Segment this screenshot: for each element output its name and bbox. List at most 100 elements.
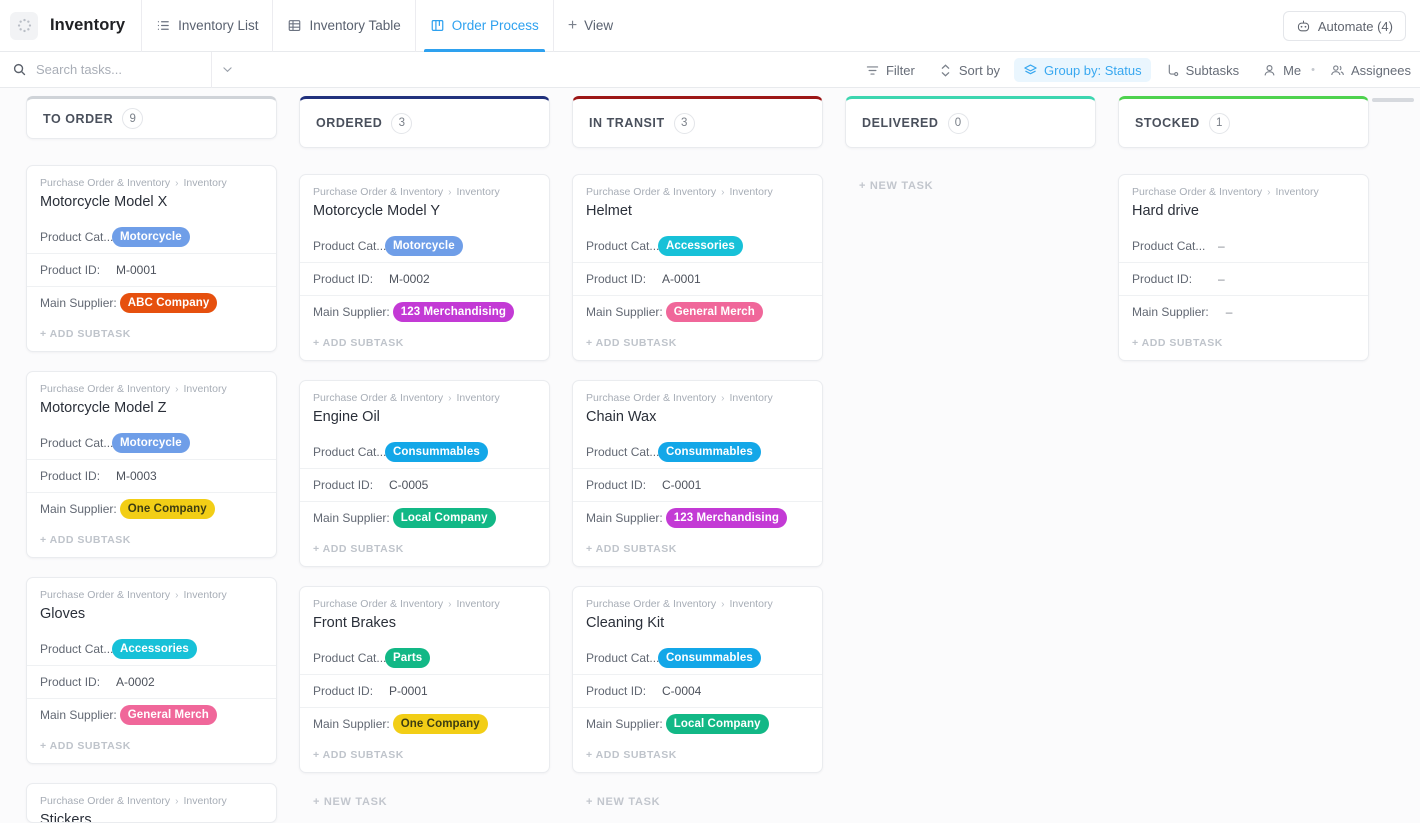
column-name: ORDERED <box>316 116 383 130</box>
assignees-button[interactable]: Assignees <box>1321 58 1420 82</box>
tag-chip: General Merch <box>665 302 763 322</box>
field-label-supplier: Main Supplier: <box>313 305 390 319</box>
breadcrumb-root: Purchase Order & Inventory <box>1132 186 1263 198</box>
add-subtask-button[interactable]: + ADD SUBTASK <box>573 328 822 360</box>
field-row-supplier: Main Supplier: 123 Merchandising <box>300 295 549 328</box>
robot-icon <box>1297 20 1309 31</box>
task-title: Gloves <box>40 606 86 622</box>
add-subtask-button[interactable]: + ADD SUBTASK <box>300 328 549 360</box>
add-subtask-button[interactable]: + ADD SUBTASK <box>573 740 822 772</box>
task-title: Helmet <box>586 203 632 219</box>
tag-chip: Accessories <box>112 639 197 659</box>
field-label-product-id: Product ID: <box>1132 272 1193 286</box>
field-row-supplier: Main Supplier: 123 Merchandising <box>573 501 822 534</box>
card-header: Purchase Order & Inventory › Inventory Hard… <box>1119 175 1368 228</box>
column-header[interactable]: STOCKED 1 <box>1118 96 1369 148</box>
new-task-button[interactable]: + NEW TASK <box>299 792 550 808</box>
column-header[interactable]: ORDERED 3 <box>299 96 550 148</box>
tag-chip: Consummables <box>658 648 761 668</box>
tab-order-process[interactable]: Order Process <box>414 0 553 52</box>
tag-chip: Local Company <box>392 508 496 528</box>
field-row-product-id: Product ID: A-0001 <box>573 262 822 295</box>
breadcrumb-root: Purchase Order & Inventory <box>586 392 717 404</box>
breadcrumb-leaf: Inventory <box>183 795 227 807</box>
plus-icon: + <box>567 16 578 34</box>
breadcrumb-root: Purchase Order & Inventory <box>586 186 717 198</box>
add-subtask-button[interactable]: + ADD SUBTASK <box>27 525 276 557</box>
task-card[interactable]: Purchase Order & Inventory › Inventory Helm… <box>572 174 823 361</box>
add-subtask-button[interactable]: + ADD SUBTASK <box>300 740 549 772</box>
board-column-stocked: STOCKED 1 Purchase Order & Inventory › Inven… <box>1118 96 1369 823</box>
task-card[interactable]: Purchase Order & Inventory › Inventory Glov… <box>26 577 277 764</box>
tab-inventory-table[interactable]: Inventory Table <box>272 0 414 52</box>
breadcrumb: Purchase Order & Inventory › Inventory <box>313 186 536 198</box>
task-card[interactable]: Purchase Order & Inventory › Inventory Hard… <box>1118 174 1369 361</box>
column-count-badge: 3 <box>673 112 695 134</box>
field-row-supplier: Main Supplier: ABC Company <box>27 286 276 319</box>
breadcrumb-leaf: Inventory <box>729 598 773 610</box>
column-header[interactable]: IN TRANSIT 3 <box>572 96 823 148</box>
me-filter-button[interactable]: Me <box>1253 58 1310 82</box>
breadcrumb-separator-icon: › <box>1267 186 1271 198</box>
column-header[interactable]: TO ORDER 9 <box>26 96 277 139</box>
new-task-button[interactable]: + NEW TASK <box>845 174 1096 192</box>
task-card[interactable]: Purchase Order & Inventory › Inventory Moto… <box>26 371 277 558</box>
field-row-product-id: Product ID: C-0005 <box>300 468 549 501</box>
task-card[interactable]: Purchase Order & Inventory › Inventory Clea… <box>572 586 823 773</box>
task-title: Stickers <box>40 812 92 823</box>
field-label-supplier: Main Supplier: <box>586 717 663 731</box>
tab-add-view[interactable]: + View <box>552 0 627 52</box>
toolbar-item-label: Filter <box>885 62 915 78</box>
card-header: Purchase Order & Inventory › Inventory Moto… <box>27 166 276 219</box>
subtasks-button[interactable]: Subtasks <box>1156 58 1248 82</box>
page-title: Inventory <box>50 16 126 34</box>
table-view-icon <box>289 20 301 31</box>
field-label-product-id: Product ID: <box>313 684 374 698</box>
automate-button[interactable]: Automate (4) <box>1282 11 1406 41</box>
field-row-category: Product Cat... Motorcycle <box>300 228 549 262</box>
breadcrumb-leaf: Inventory <box>729 392 773 404</box>
field-label-product-id: Product ID: <box>586 272 647 286</box>
list-view-icon <box>158 21 169 30</box>
task-card[interactable]: Purchase Order & Inventory › Inventory Moto… <box>26 165 277 352</box>
column-header[interactable]: DELIVERED 0 <box>845 96 1096 148</box>
field-label-product-id: Product ID: <box>40 469 101 483</box>
chevron-down-icon[interactable] <box>221 63 234 76</box>
tab-label: Inventory List <box>178 18 259 33</box>
task-title: Motorcycle Model Y <box>313 203 441 219</box>
field-label-category: Product Cat... <box>586 239 660 253</box>
filter-button[interactable]: Filter <box>856 58 924 82</box>
breadcrumb: Purchase Order & Inventory › Inventory <box>40 795 263 807</box>
task-card[interactable]: Purchase Order & Inventory › Inventory Moto… <box>299 174 550 361</box>
group-by-button[interactable]: Group by: Status <box>1014 58 1151 82</box>
new-task-button[interactable]: + NEW TASK <box>572 792 823 808</box>
breadcrumb: Purchase Order & Inventory › Inventory <box>586 598 809 610</box>
tab-inventory-list[interactable]: Inventory List <box>141 0 272 52</box>
horizontal-scrollbar[interactable] <box>1372 98 1414 102</box>
spinner-dots-icon <box>17 18 31 33</box>
layers-icon <box>1024 63 1037 74</box>
add-subtask-button[interactable]: + ADD SUBTASK <box>1119 328 1368 360</box>
card-header: Purchase Order & Inventory › Inventory Glov… <box>27 578 276 631</box>
field-label-category: Product Cat... <box>313 445 387 459</box>
breadcrumb-separator-icon: › <box>175 589 179 601</box>
search-input[interactable] <box>36 62 212 77</box>
sort-button[interactable]: Sort by <box>929 58 1009 82</box>
field-label-category: Product Cat... <box>586 445 660 459</box>
task-card[interactable]: Purchase Order & Inventory › Inventory Chai… <box>572 380 823 567</box>
breadcrumb-root: Purchase Order & Inventory <box>313 186 444 198</box>
field-row-category: Product Cat... Parts <box>300 640 549 674</box>
add-subtask-button[interactable]: + ADD SUBTASK <box>573 534 822 566</box>
field-row-product-id: Product ID: P-0001 <box>300 674 549 707</box>
add-subtask-button[interactable]: + ADD SUBTASK <box>27 319 276 351</box>
column-name: TO ORDER <box>43 111 114 126</box>
task-card[interactable]: Purchase Order & Inventory › Inventory Fron… <box>299 586 550 773</box>
task-card[interactable]: Purchase Order & Inventory › Inventory Engi… <box>299 380 550 567</box>
breadcrumb-leaf: Inventory <box>456 392 500 404</box>
add-subtask-button[interactable]: + ADD SUBTASK <box>27 731 276 763</box>
task-card[interactable]: Purchase Order & Inventory › Inventory Stic… <box>26 783 277 823</box>
tag-chip: Parts <box>385 648 431 668</box>
field-row-supplier: Main Supplier: General Merch <box>573 295 822 328</box>
add-subtask-button[interactable]: + ADD SUBTASK <box>300 534 549 566</box>
card-header: Purchase Order & Inventory › Inventory Stic… <box>27 784 276 823</box>
